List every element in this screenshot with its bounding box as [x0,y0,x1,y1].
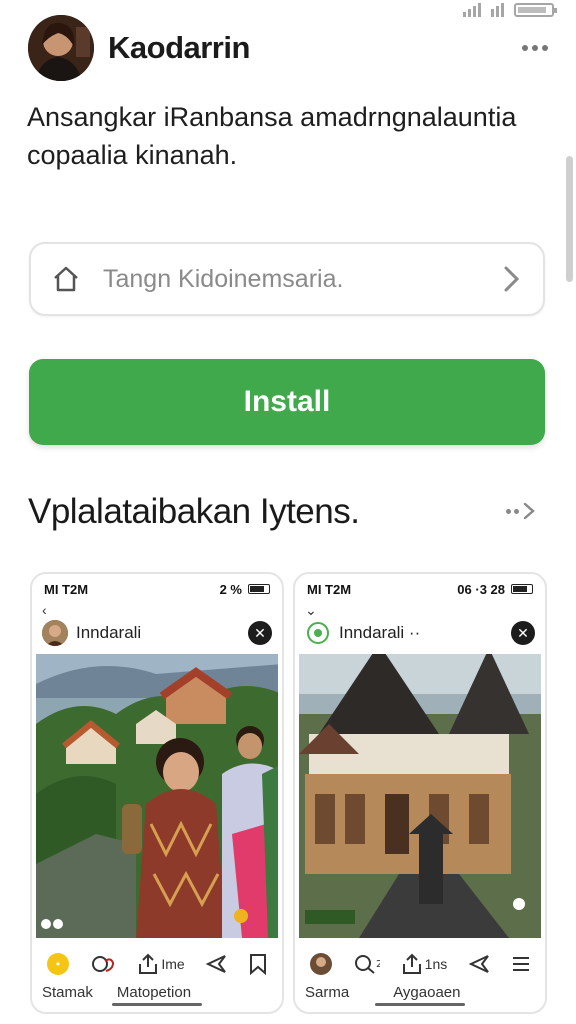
card-labels: Sarma Aygaoaen [305,984,535,1001]
screenshot-card-1[interactable]: MI T2M 2 % ‹ Inndarali ✕ • Ime Stamak Ma… [30,572,284,1014]
send-button[interactable] [205,953,227,975]
more-options-button[interactable] [522,37,548,59]
bookmark-icon [249,954,266,975]
menu-icon [512,957,529,971]
share-button[interactable]: 1ns [401,953,448,975]
card-status-time: MI T2M [307,581,352,597]
card-status-bar: MI T2M 2 % [32,574,282,604]
share-count: 1ns [424,956,448,972]
menu-button[interactable] [511,954,531,974]
install-button[interactable]: Install [29,359,545,445]
card-status-battery-text: 2 % [219,581,242,597]
back-icon[interactable]: ‹ [42,602,47,618]
card-action-bar: 2 1ns [295,946,545,982]
search-input[interactable] [103,264,499,294]
card-title: Inndarali [76,623,142,642]
card-status-time: MI T2M [44,581,89,597]
card-label-1: Sarma [305,984,350,1001]
send-button[interactable] [468,953,490,975]
card-photo [36,654,278,938]
card-status-bar: MI T2M 06 ·3 28 [295,574,545,604]
search-field[interactable] [29,242,545,316]
share-count: Ime [161,956,185,972]
card-label-1: Stamak [42,984,93,1001]
like-button[interactable]: • [46,952,70,976]
battery-icon [248,584,270,594]
card-labels: Stamak Matopetion [42,984,272,1001]
card-status-battery-text: 06 ·3 28 [457,581,505,597]
home-indicator [112,1003,202,1006]
card-photo [299,654,541,938]
app-description: Ansangkar iRanbansa amadrngnalauntia cop… [27,102,517,170]
card-label-2: Aygaoaen [393,984,461,1001]
card-header: Inndarali ·· ✕ [305,618,535,648]
back-icon[interactable]: ⌄ [305,602,317,619]
battery-icon [511,584,533,594]
svg-text:2: 2 [376,959,380,970]
card-header: Inndarali ✕ [42,618,272,648]
share-icon [402,953,421,974]
chevron-right-icon[interactable] [499,264,523,294]
screenshot-card-2[interactable]: MI T2M 06 ·3 28 ⌄ Inndarali ·· ✕ 1ns Sar… [293,572,547,1014]
comment-button[interactable] [91,953,117,975]
card-label-2: Matopetion [116,984,192,1001]
close-icon[interactable]: ✕ [511,621,535,645]
card-avatar [42,620,68,646]
more-icon [522,45,528,51]
app-header: Kaodarrin [28,14,548,82]
section-more-arrow[interactable] [506,502,536,520]
bookmark-button[interactable] [248,953,268,975]
arrow-right-icon [506,508,511,514]
app-title: Kaodarrin [108,30,250,65]
search-button[interactable]: 2 [354,953,380,975]
card-avatar [305,620,331,646]
share-icon [139,953,158,974]
svg-text:•: • [55,958,62,971]
card-title: Inndarali ·· [339,623,421,642]
share-button[interactable]: Ime [137,953,185,975]
app-avatar [28,15,94,81]
scrollbar[interactable] [566,156,573,282]
close-icon[interactable]: ✕ [248,621,272,645]
home-icon [54,266,78,292]
card-action-bar: • Ime [32,946,282,982]
section-title: Vplalataibakan Iytens. [28,492,360,531]
profile-button[interactable] [309,952,333,976]
home-indicator [375,1003,465,1006]
